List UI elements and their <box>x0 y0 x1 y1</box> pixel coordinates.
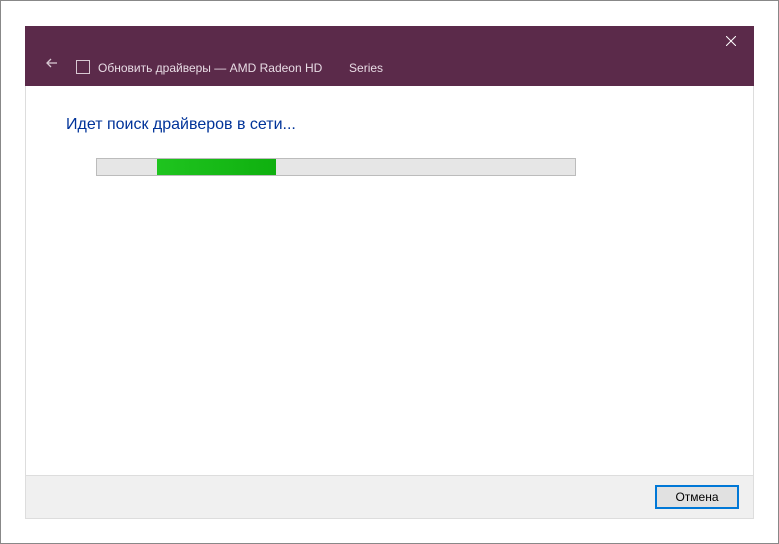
title-prefix: Обновить драйверы — AMD Radeon HD <box>98 61 322 75</box>
content-area: Идет поиск драйверов в сети... <box>25 86 754 475</box>
title-redacted <box>326 61 346 75</box>
back-arrow-icon <box>45 56 59 70</box>
dialog-footer: Отмена <box>25 475 754 519</box>
close-icon <box>726 36 736 46</box>
window-title: Обновить драйверы — AMD Radeon HD Series <box>98 61 383 75</box>
close-button[interactable] <box>708 26 753 56</box>
device-icon <box>76 60 90 74</box>
status-heading: Идет поиск драйверов в сети... <box>66 116 713 134</box>
title-suffix: Series <box>349 61 383 75</box>
cancel-label: Отмена <box>675 490 718 504</box>
back-button[interactable] <box>40 51 64 75</box>
progress-bar <box>96 158 576 176</box>
progress-fill <box>157 159 277 175</box>
titlebar: Обновить драйверы — AMD Radeon HD Series <box>25 26 754 86</box>
cancel-button[interactable]: Отмена <box>655 485 739 509</box>
